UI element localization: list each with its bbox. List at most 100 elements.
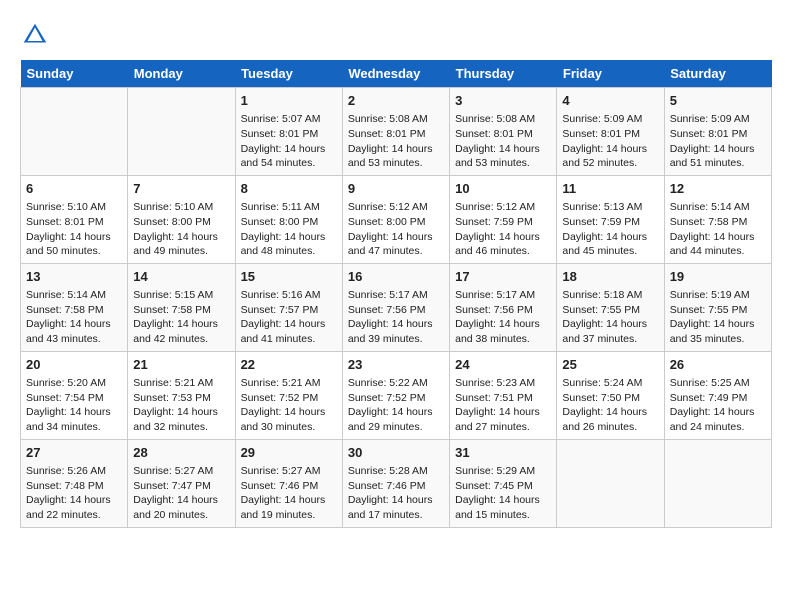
day-number: 4 [562,92,658,110]
calendar-cell: 24 Sunrise: 5:23 AM Sunset: 7:51 PM Dayli… [450,351,557,439]
day-info: Sunrise: 5:21 AM Sunset: 7:53 PM Dayligh… [133,376,229,435]
calendar-cell: 17Sunrise: 5:17 AM Sunset: 7:56 PM Dayli… [450,263,557,351]
day-info: Sunrise: 5:29 AM Sunset: 7:45 PM Dayligh… [455,464,551,523]
calendar-cell: 31 Sunrise: 5:29 AM Sunset: 7:45 PM Dayli… [450,439,557,527]
calendar-cell: 13 Sunrise: 5:14 AM Sunset: 7:58 PM Dayli… [21,263,128,351]
day-info: Sunrise: 5:08 AM Sunset: 8:01 PM Dayligh… [348,112,444,171]
calendar-cell [664,439,771,527]
day-number: 27 [26,444,122,462]
day-number: 15 [241,268,337,286]
calendar-cell: 15 Sunrise: 5:16 AM Sunset: 7:57 PM Dayli… [235,263,342,351]
day-info: Sunrise: 5:15 AM Sunset: 7:58 PM Dayligh… [133,288,229,347]
day-number: 13 [26,268,122,286]
calendar-cell: 27 Sunrise: 5:26 AM Sunset: 7:48 PM Dayli… [21,439,128,527]
day-number: 22 [241,356,337,374]
day-number: 16 [348,268,444,286]
weekday-wednesday: Wednesday [342,60,449,88]
calendar-cell: 19 Sunrise: 5:19 AM Sunset: 7:55 PM Dayli… [664,263,771,351]
weekday-friday: Friday [557,60,664,88]
day-number: 21 [133,356,229,374]
day-info: Sunrise: 5:27 AM Sunset: 7:46 PM Dayligh… [241,464,337,523]
calendar-cell: 3 Sunrise: 5:08 AM Sunset: 8:01 PM Daylig… [450,88,557,176]
day-number: 1 [241,92,337,110]
day-info: Sunrise: 5:14 AM Sunset: 7:58 PM Dayligh… [670,200,766,259]
day-info: Sunrise: 5:19 AM Sunset: 7:55 PM Dayligh… [670,288,766,347]
calendar-cell: 12Sunrise: 5:14 AM Sunset: 7:58 PM Dayli… [664,175,771,263]
calendar-cell [21,88,128,176]
day-number: 19 [670,268,766,286]
day-number: 24 [455,356,551,374]
day-number: 26 [670,356,766,374]
day-number: 28 [133,444,229,462]
day-info: Sunrise: 5:18 AM Sunset: 7:55 PM Dayligh… [562,288,658,347]
weekday-thursday: Thursday [450,60,557,88]
calendar-cell: 23Sunrise: 5:22 AM Sunset: 7:52 PM Dayli… [342,351,449,439]
calendar-cell: 16Sunrise: 5:17 AM Sunset: 7:56 PM Dayli… [342,263,449,351]
day-info: Sunrise: 5:20 AM Sunset: 7:54 PM Dayligh… [26,376,122,435]
calendar-cell: 21 Sunrise: 5:21 AM Sunset: 7:53 PM Dayli… [128,351,235,439]
day-info: Sunrise: 5:08 AM Sunset: 8:01 PM Dayligh… [455,112,551,171]
calendar-header: SundayMondayTuesdayWednesdayThursdayFrid… [21,60,772,88]
calendar-week-5: 27 Sunrise: 5:26 AM Sunset: 7:48 PM Dayli… [21,439,772,527]
day-info: Sunrise: 5:23 AM Sunset: 7:51 PM Dayligh… [455,376,551,435]
day-info: Sunrise: 5:12 AM Sunset: 7:59 PM Dayligh… [455,200,551,259]
calendar-cell: 8Sunrise: 5:11 AM Sunset: 8:00 PM Daylig… [235,175,342,263]
day-number: 29 [241,444,337,462]
day-info: Sunrise: 5:21 AM Sunset: 7:52 PM Dayligh… [241,376,337,435]
calendar-cell: 4Sunrise: 5:09 AM Sunset: 8:01 PM Daylig… [557,88,664,176]
weekday-saturday: Saturday [664,60,771,88]
weekday-tuesday: Tuesday [235,60,342,88]
day-number: 5 [670,92,766,110]
day-number: 17 [455,268,551,286]
calendar-body: 1 Sunrise: 5:07 AM Sunset: 8:01 PM Daylig… [21,88,772,528]
day-number: 7 [133,180,229,198]
day-info: Sunrise: 5:11 AM Sunset: 8:00 PM Dayligh… [241,200,337,259]
weekday-monday: Monday [128,60,235,88]
calendar-week-2: 6 Sunrise: 5:10 AM Sunset: 8:01 PM Daylig… [21,175,772,263]
calendar-cell: 25 Sunrise: 5:24 AM Sunset: 7:50 PM Dayli… [557,351,664,439]
calendar-cell: 30Sunrise: 5:28 AM Sunset: 7:46 PM Dayli… [342,439,449,527]
day-info: Sunrise: 5:07 AM Sunset: 8:01 PM Dayligh… [241,112,337,171]
day-number: 18 [562,268,658,286]
calendar-cell: 11 Sunrise: 5:13 AM Sunset: 7:59 PM Dayli… [557,175,664,263]
calendar-table: SundayMondayTuesdayWednesdayThursdayFrid… [20,60,772,528]
calendar-cell: 29 Sunrise: 5:27 AM Sunset: 7:46 PM Dayli… [235,439,342,527]
day-number: 31 [455,444,551,462]
calendar-cell: 10 Sunrise: 5:12 AM Sunset: 7:59 PM Dayli… [450,175,557,263]
calendar-cell: 7 Sunrise: 5:10 AM Sunset: 8:00 PM Daylig… [128,175,235,263]
day-info: Sunrise: 5:27 AM Sunset: 7:47 PM Dayligh… [133,464,229,523]
calendar-cell: 2 Sunrise: 5:08 AM Sunset: 8:01 PM Daylig… [342,88,449,176]
day-info: Sunrise: 5:16 AM Sunset: 7:57 PM Dayligh… [241,288,337,347]
calendar-cell: 26 Sunrise: 5:25 AM Sunset: 7:49 PM Dayli… [664,351,771,439]
day-number: 10 [455,180,551,198]
day-info: Sunrise: 5:28 AM Sunset: 7:46 PM Dayligh… [348,464,444,523]
calendar-cell: 14Sunrise: 5:15 AM Sunset: 7:58 PM Dayli… [128,263,235,351]
weekday-row: SundayMondayTuesdayWednesdayThursdayFrid… [21,60,772,88]
calendar-cell: 1 Sunrise: 5:07 AM Sunset: 8:01 PM Daylig… [235,88,342,176]
calendar-cell: 9Sunrise: 5:12 AM Sunset: 8:00 PM Daylig… [342,175,449,263]
calendar-week-4: 20Sunrise: 5:20 AM Sunset: 7:54 PM Dayli… [21,351,772,439]
day-info: Sunrise: 5:12 AM Sunset: 8:00 PM Dayligh… [348,200,444,259]
day-info: Sunrise: 5:13 AM Sunset: 7:59 PM Dayligh… [562,200,658,259]
day-info: Sunrise: 5:25 AM Sunset: 7:49 PM Dayligh… [670,376,766,435]
day-number: 25 [562,356,658,374]
calendar-week-3: 13 Sunrise: 5:14 AM Sunset: 7:58 PM Dayli… [21,263,772,351]
day-info: Sunrise: 5:26 AM Sunset: 7:48 PM Dayligh… [26,464,122,523]
calendar-cell [557,439,664,527]
weekday-sunday: Sunday [21,60,128,88]
day-number: 11 [562,180,658,198]
day-info: Sunrise: 5:10 AM Sunset: 8:01 PM Dayligh… [26,200,122,259]
calendar-cell: 18 Sunrise: 5:18 AM Sunset: 7:55 PM Dayli… [557,263,664,351]
logo [20,20,54,50]
day-info: Sunrise: 5:10 AM Sunset: 8:00 PM Dayligh… [133,200,229,259]
calendar-cell: 20Sunrise: 5:20 AM Sunset: 7:54 PM Dayli… [21,351,128,439]
day-number: 6 [26,180,122,198]
logo-icon [20,20,50,50]
day-info: Sunrise: 5:09 AM Sunset: 8:01 PM Dayligh… [670,112,766,171]
day-number: 3 [455,92,551,110]
day-info: Sunrise: 5:24 AM Sunset: 7:50 PM Dayligh… [562,376,658,435]
day-info: Sunrise: 5:14 AM Sunset: 7:58 PM Dayligh… [26,288,122,347]
day-info: Sunrise: 5:22 AM Sunset: 7:52 PM Dayligh… [348,376,444,435]
day-number: 2 [348,92,444,110]
calendar-cell: 5 Sunrise: 5:09 AM Sunset: 8:01 PM Daylig… [664,88,771,176]
